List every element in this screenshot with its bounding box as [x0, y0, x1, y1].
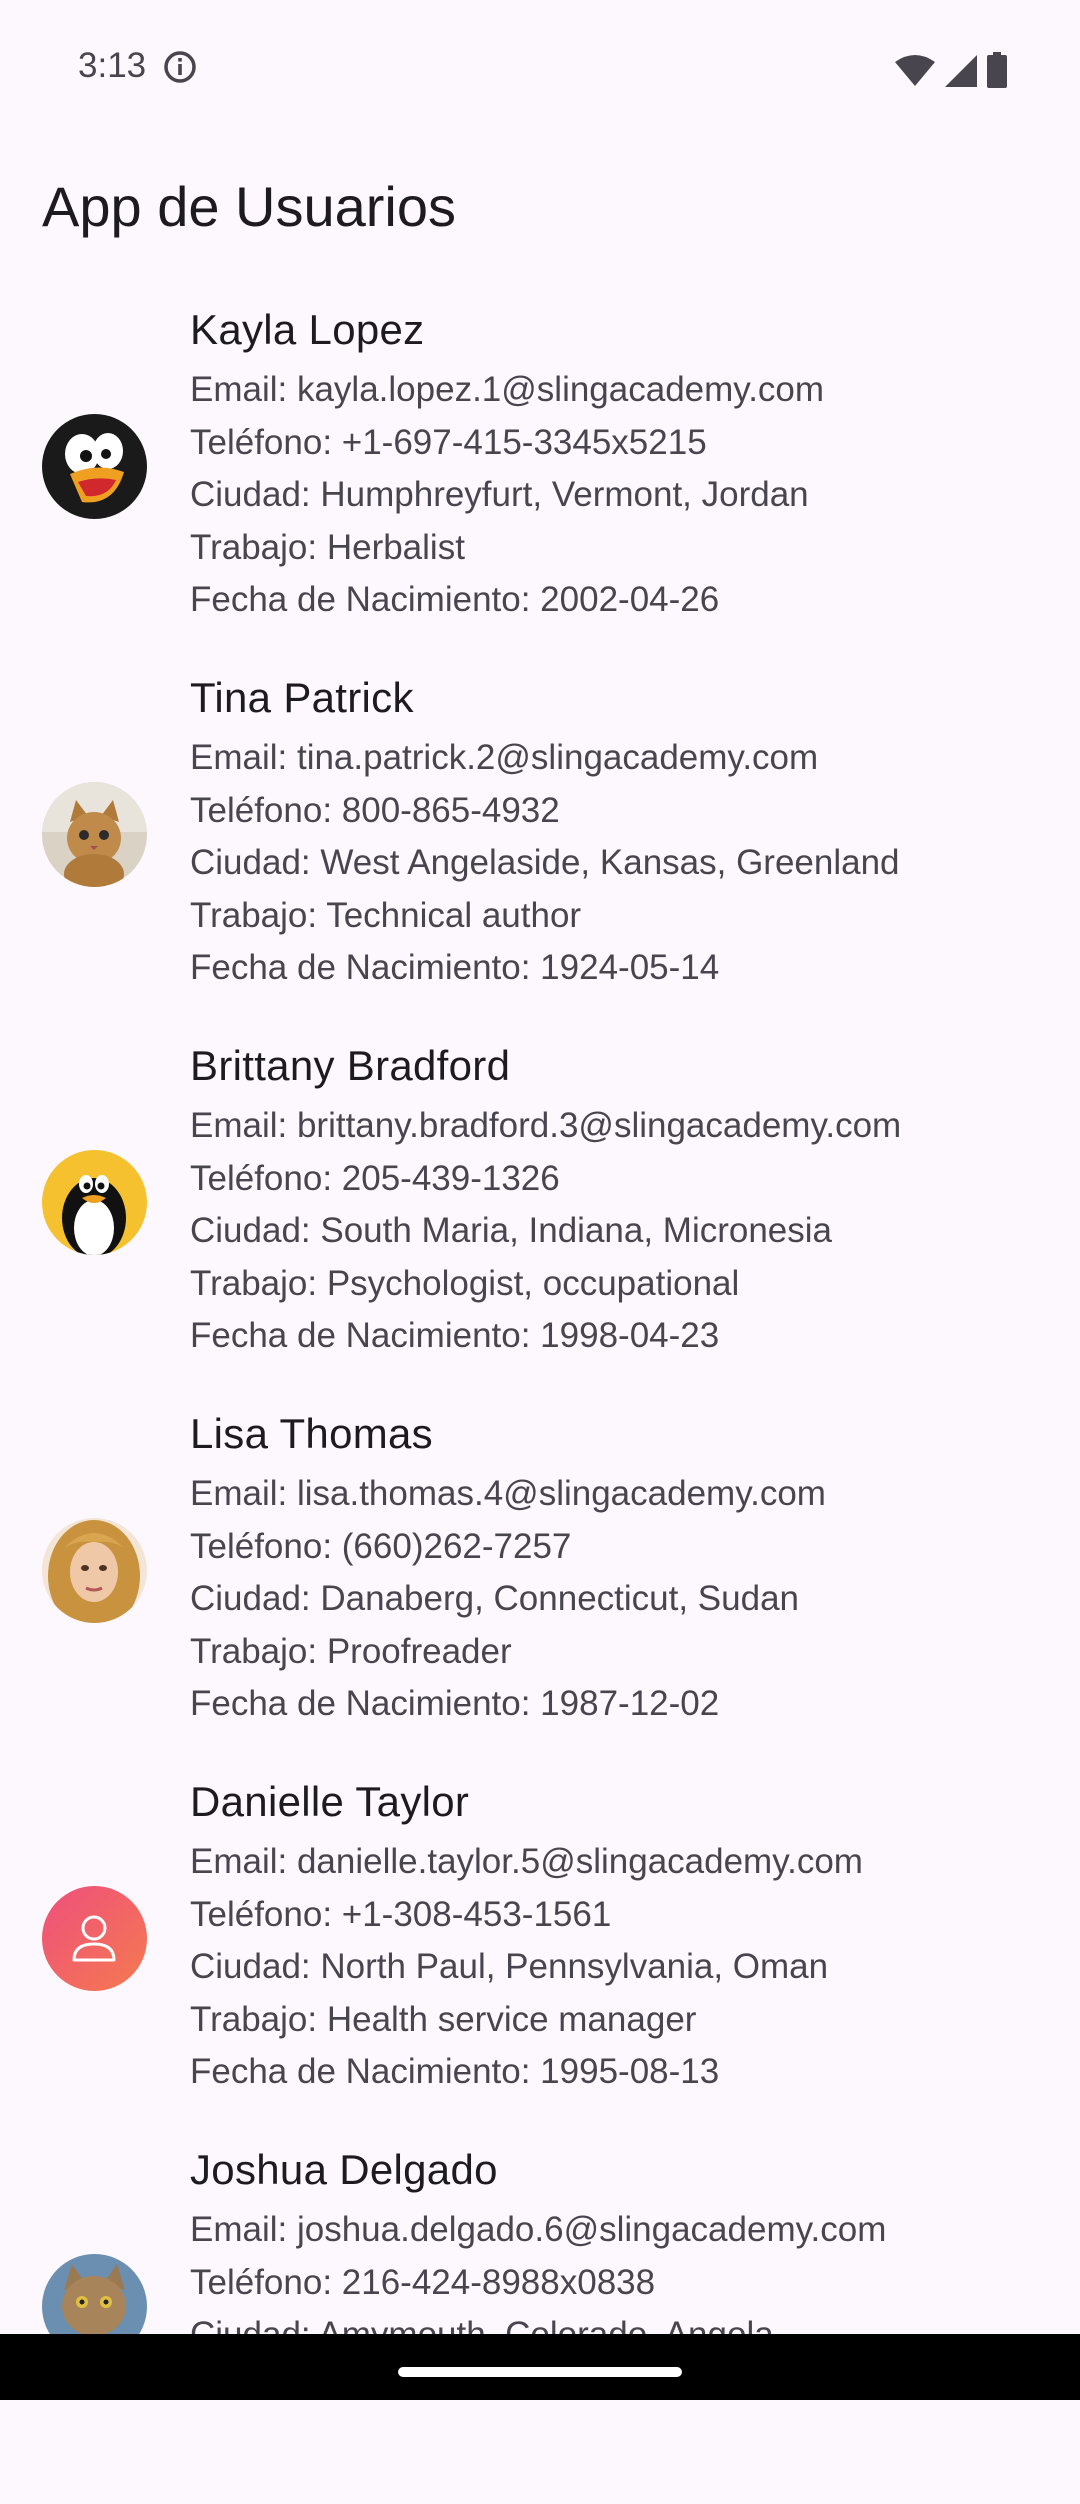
- user-name: Brittany Bradford: [190, 1042, 511, 1089]
- linux-penguin-avatar-image: [42, 1150, 147, 1255]
- user-phone: Teléfono: 800-865-4932: [190, 790, 560, 830]
- user-birthdate: Fecha de Nacimiento: 1995-08-13: [190, 2052, 720, 2091]
- user-phone: Teléfono: +1-697-415-3345x5215: [190, 422, 707, 462]
- app-bar: App de Usuarios: [0, 136, 1080, 286]
- battery-icon: [987, 52, 1007, 88]
- kitten-photo-avatar-image: [42, 782, 147, 887]
- user-details: Kayla Lopez Email: kayla.lopez.1@slingac…: [190, 306, 1050, 627]
- user-details: Danielle Taylor Email: danielle.taylor.5…: [190, 1778, 1050, 2099]
- user-icon-avatar-image: [42, 1886, 147, 1991]
- home-gesture-handle[interactable]: [398, 2367, 682, 2377]
- avatar: [42, 414, 147, 519]
- status-time: 3:13: [78, 46, 147, 85]
- user-details: Joshua Delgado Email: joshua.delgado.6@s…: [190, 2146, 1050, 2362]
- user-birthdate: Fecha de Nacimiento: 1924-05-14: [190, 948, 720, 987]
- user-city: Ciudad: North Paul, Pennsylvania, Oman: [190, 1947, 829, 1986]
- user-email: Email: joshua.delgado.6@slingacademy.com: [190, 2210, 887, 2249]
- user-name: Joshua Delgado: [190, 2146, 498, 2193]
- user-name: Danielle Taylor: [190, 1778, 470, 1825]
- wifi-icon: [895, 55, 935, 86]
- list-item[interactable]: Tina Patrick Email: tina.patrick.2@sling…: [0, 664, 1080, 1032]
- user-name: Kayla Lopez: [190, 306, 425, 353]
- woman-portrait-avatar-image: [42, 1518, 147, 1623]
- avatar: [42, 1886, 147, 1991]
- user-email: Email: tina.patrick.2@slingacademy.com: [190, 738, 819, 777]
- penguin-cartoon-avatar-image: [42, 414, 147, 519]
- user-email: Email: kayla.lopez.1@slingacademy.com: [190, 370, 825, 409]
- user-name: Lisa Thomas: [190, 1410, 433, 1457]
- list-item[interactable]: Lisa Thomas Email: lisa.thomas.4@slingac…: [0, 1400, 1080, 1768]
- avatar: [42, 1150, 147, 1255]
- user-birthdate: Fecha de Nacimiento: 1987-12-02: [190, 1684, 720, 1723]
- user-job: Trabajo: Proofreader: [190, 1631, 512, 1671]
- user-job: Trabajo: Health service manager: [190, 1999, 697, 2039]
- user-city: Ciudad: South Maria, Indiana, Micronesia: [190, 1211, 833, 1250]
- status-icons: [895, 48, 1007, 88]
- user-birthdate: Fecha de Nacimiento: 2002-04-26: [190, 580, 720, 619]
- user-phone: Teléfono: 216-424-8988x0838: [190, 2262, 656, 2302]
- user-job: Trabajo: Psychologist, occupational: [190, 1263, 740, 1303]
- page-title: App de Usuarios: [42, 175, 457, 238]
- list-item[interactable]: Danielle Taylor Email: danielle.taylor.5…: [0, 1768, 1080, 2136]
- user-job: Trabajo: Herbalist: [190, 527, 465, 567]
- user-details: Lisa Thomas Email: lisa.thomas.4@slingac…: [190, 1410, 1050, 1731]
- user-city: Ciudad: Humphreyfurt, Vermont, Jordan: [190, 475, 809, 514]
- cellular-signal-icon: [945, 55, 977, 87]
- user-name: Tina Patrick: [190, 674, 414, 721]
- list-item[interactable]: Joshua Delgado Email: joshua.delgado.6@s…: [0, 2136, 1080, 2504]
- list-item[interactable]: Brittany Bradford Email: brittany.bradfo…: [0, 1032, 1080, 1400]
- avatar: [42, 782, 147, 887]
- status-bar: 3:13: [0, 0, 1080, 136]
- user-job: Trabajo: Technical author: [190, 895, 582, 935]
- user-email: Email: brittany.bradford.3@slingacademy.…: [190, 1106, 902, 1145]
- user-city: Ciudad: Danaberg, Connecticut, Sudan: [190, 1579, 800, 1618]
- user-details: Tina Patrick Email: tina.patrick.2@sling…: [190, 674, 1050, 995]
- user-phone: Teléfono: (660)262-7257: [190, 1526, 572, 1566]
- user-email: Email: lisa.thomas.4@slingacademy.com: [190, 1474, 826, 1513]
- user-city: Ciudad: West Angelaside, Kansas, Greenla…: [190, 843, 900, 882]
- user-phone: Teléfono: +1-308-453-1561: [190, 1894, 612, 1934]
- avatar: [42, 1518, 147, 1623]
- user-details: Brittany Bradford Email: brittany.bradfo…: [190, 1042, 1050, 1363]
- list-item[interactable]: Kayla Lopez Email: kayla.lopez.1@slingac…: [0, 296, 1080, 664]
- user-email: Email: danielle.taylor.5@slingacademy.co…: [190, 1842, 863, 1881]
- info-icon: [164, 51, 196, 83]
- user-list[interactable]: Kayla Lopez Email: kayla.lopez.1@slingac…: [0, 296, 1080, 2504]
- user-birthdate: Fecha de Nacimiento: 1998-04-23: [190, 1316, 720, 1355]
- user-phone: Teléfono: 205-439-1326: [190, 1158, 560, 1198]
